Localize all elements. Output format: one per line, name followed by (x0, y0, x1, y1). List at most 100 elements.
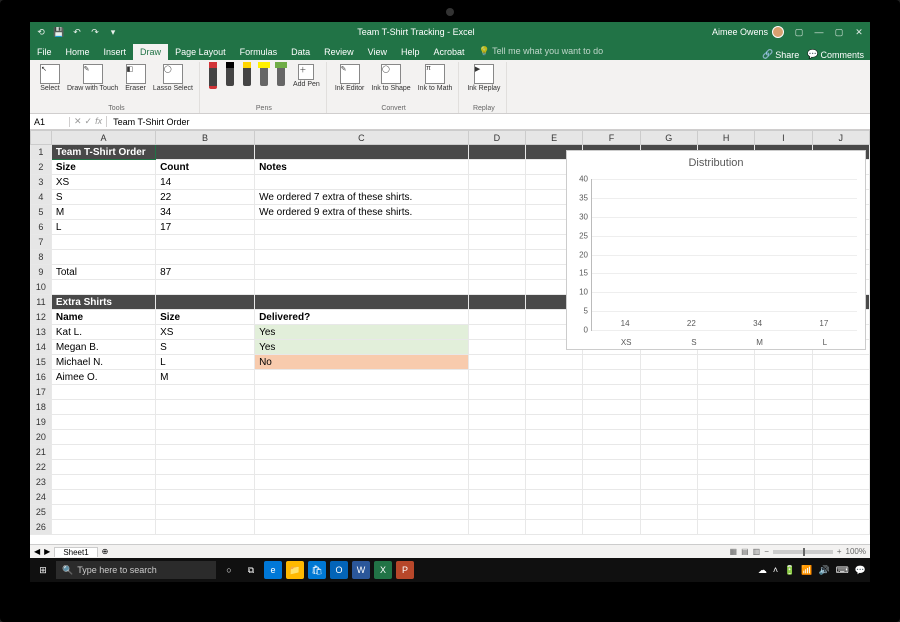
view-normal-icon[interactable]: ▦ (730, 547, 738, 556)
cell[interactable] (812, 505, 869, 520)
column-header-J[interactable]: J (812, 131, 869, 145)
cell[interactable] (468, 160, 525, 175)
cell[interactable] (468, 385, 525, 400)
cell[interactable] (812, 460, 869, 475)
cell[interactable] (156, 460, 255, 475)
cell[interactable] (812, 355, 869, 370)
formula-bar[interactable]: Team T-Shirt Order (107, 117, 870, 127)
row-header[interactable]: 21 (31, 445, 52, 460)
cell[interactable] (640, 520, 697, 535)
cell[interactable]: Aimee O. (51, 370, 155, 385)
cell[interactable] (526, 385, 583, 400)
cell[interactable] (255, 295, 469, 310)
row-header[interactable]: 4 (31, 190, 52, 205)
new-sheet-icon[interactable]: ⊕ (102, 547, 109, 556)
cell[interactable] (51, 280, 155, 295)
sheet-nav-prev-icon[interactable]: ◀ (34, 547, 40, 556)
tab-insert[interactable]: Insert (97, 44, 134, 60)
draw-touch-tool[interactable]: ✎Draw with Touch (65, 62, 120, 94)
action-center-icon[interactable]: 💬 (855, 565, 866, 576)
cell[interactable] (640, 385, 697, 400)
row-header[interactable]: 24 (31, 490, 52, 505)
cell[interactable]: Delivered? (255, 310, 469, 325)
cortana-icon[interactable]: ○ (220, 561, 238, 579)
view-break-icon[interactable]: ▥ (753, 547, 761, 556)
cell[interactable] (812, 385, 869, 400)
cell[interactable] (755, 370, 812, 385)
cell[interactable] (812, 430, 869, 445)
cell[interactable] (583, 430, 640, 445)
cell[interactable] (51, 460, 155, 475)
cell[interactable] (640, 415, 697, 430)
cell[interactable] (468, 190, 525, 205)
cell[interactable] (697, 475, 754, 490)
cell[interactable] (697, 520, 754, 535)
cell[interactable] (526, 505, 583, 520)
cell[interactable]: Kat L. (51, 325, 155, 340)
cell[interactable]: Yes (255, 340, 469, 355)
row-header[interactable]: 18 (31, 400, 52, 415)
window-maximize-icon[interactable]: ▢ (832, 27, 846, 38)
cell[interactable] (526, 490, 583, 505)
cell[interactable] (812, 445, 869, 460)
cell[interactable] (255, 220, 469, 235)
volume-icon[interactable]: 🔊 (819, 565, 830, 576)
cell[interactable] (526, 520, 583, 535)
cell[interactable] (526, 370, 583, 385)
cell[interactable] (583, 475, 640, 490)
cell[interactable] (755, 520, 812, 535)
cell[interactable] (255, 415, 469, 430)
cell[interactable] (526, 415, 583, 430)
row-header[interactable]: 25 (31, 505, 52, 520)
ink-to-shape-button[interactable]: ◯Ink to Shape (369, 62, 412, 94)
cell[interactable] (468, 370, 525, 385)
cell[interactable]: 87 (156, 265, 255, 280)
wifi-icon[interactable]: 📶 (801, 565, 812, 576)
cell[interactable] (812, 400, 869, 415)
row-header[interactable]: 8 (31, 250, 52, 265)
cell[interactable] (156, 250, 255, 265)
cell[interactable] (640, 460, 697, 475)
zoom-slider[interactable] (773, 550, 833, 554)
pen-yellow[interactable] (240, 62, 254, 90)
cell[interactable] (468, 295, 525, 310)
cell[interactable]: We ordered 7 extra of these shirts. (255, 190, 469, 205)
cell[interactable] (468, 400, 525, 415)
cell[interactable] (255, 265, 469, 280)
pen-black[interactable] (223, 62, 237, 90)
user-avatar[interactable] (772, 26, 784, 38)
row-header[interactable]: 11 (31, 295, 52, 310)
cell[interactable] (156, 475, 255, 490)
cell[interactable] (255, 385, 469, 400)
outlook-icon[interactable]: O (330, 561, 348, 579)
cell[interactable]: S (51, 190, 155, 205)
tab-help[interactable]: Help (394, 44, 427, 60)
cell[interactable] (156, 490, 255, 505)
cell[interactable] (255, 490, 469, 505)
row-header[interactable]: 3 (31, 175, 52, 190)
row-header[interactable]: 22 (31, 460, 52, 475)
cell[interactable] (697, 370, 754, 385)
user-name[interactable]: Aimee Owens (712, 27, 768, 37)
cell[interactable] (812, 475, 869, 490)
cell[interactable] (583, 445, 640, 460)
ribbon-options-icon[interactable]: ▢ (792, 27, 806, 38)
name-box[interactable]: A1 (30, 117, 70, 127)
cell[interactable] (468, 175, 525, 190)
store-icon[interactable]: 🛍 (308, 561, 326, 579)
cell[interactable] (156, 505, 255, 520)
cell[interactable]: M (156, 370, 255, 385)
cell[interactable] (526, 445, 583, 460)
cell[interactable] (255, 505, 469, 520)
autosave-toggle[interactable]: ⟲ (34, 25, 48, 39)
explorer-icon[interactable]: 📁 (286, 561, 304, 579)
row-header[interactable]: 10 (31, 280, 52, 295)
cell[interactable] (468, 145, 525, 160)
tab-home[interactable]: Home (59, 44, 97, 60)
tab-page-layout[interactable]: Page Layout (168, 44, 233, 60)
cell[interactable] (755, 385, 812, 400)
cloud-icon[interactable]: ☁ (758, 565, 767, 576)
undo-icon[interactable]: ↶ (70, 25, 84, 39)
row-header[interactable]: 16 (31, 370, 52, 385)
cell[interactable] (156, 445, 255, 460)
